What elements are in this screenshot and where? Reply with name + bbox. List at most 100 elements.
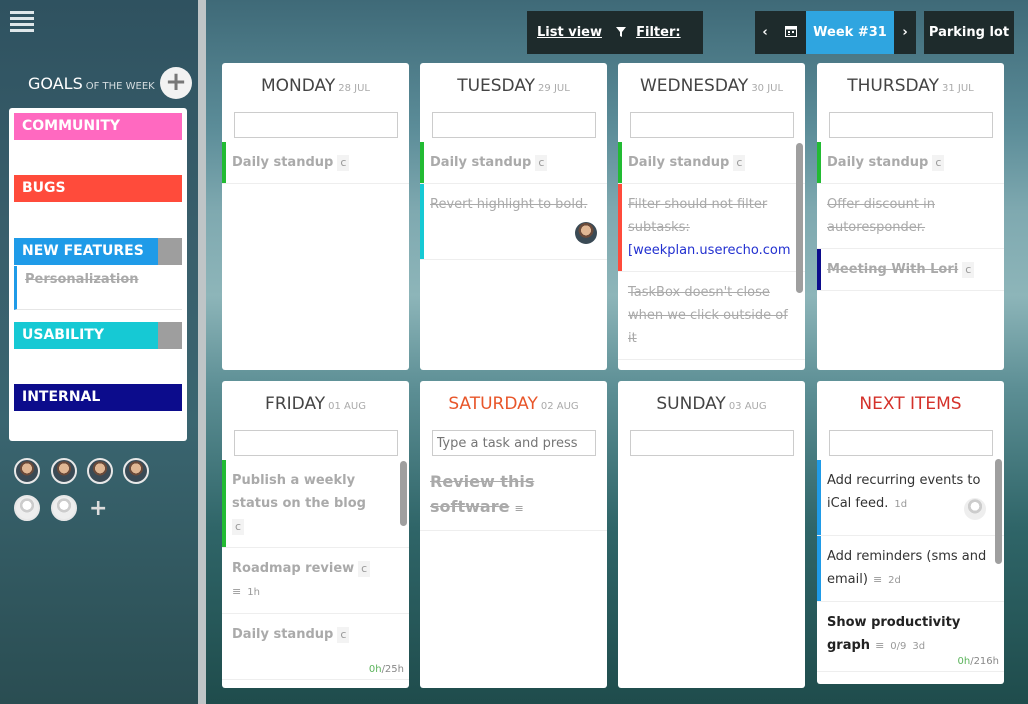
avatar[interactable] — [14, 458, 40, 484]
goal-internal[interactable]: INTERNAL — [14, 384, 182, 411]
new-task-input[interactable] — [233, 430, 398, 456]
task-card[interactable]: Review this software ≡ — [420, 460, 607, 531]
repeat-icon: c — [337, 155, 350, 171]
new-task-input[interactable] — [629, 430, 794, 456]
column-name: NEXT ITEMS — [859, 394, 962, 414]
sidebar-divider[interactable] — [198, 0, 206, 704]
scrollbar[interactable] — [400, 461, 407, 526]
new-task-input[interactable] — [233, 112, 398, 138]
avatar[interactable] — [51, 495, 77, 521]
goal-usability-label: USABILITY — [22, 327, 104, 343]
day-name: FRIDAY — [265, 394, 326, 414]
assignee-avatar[interactable] — [575, 222, 597, 244]
task-text: Daily standup — [232, 627, 334, 642]
task-card[interactable]: Add reminders (sms and email) ≡ 2d — [817, 536, 1004, 602]
assignee-avatar[interactable] — [964, 498, 986, 520]
notes-icon: ≡ — [232, 585, 242, 598]
day-date: 01 AUG — [328, 401, 366, 412]
day-column-tuesday: TUESDAY 29 JUL Daily standup c Revert high… — [420, 63, 607, 370]
task-card[interactable]: Roadmap review c ≡ 1h — [222, 548, 409, 614]
task-card[interactable]: Show productivity graph ≡ 0/9 3d 0h/216h — [817, 602, 1004, 672]
avatar[interactable] — [14, 495, 40, 521]
goals-panel: COMMUNITY BUGS NEW FEATURES Personalizat… — [9, 108, 187, 441]
week-selector[interactable]: Week #31 — [806, 11, 894, 54]
task-text: Meeting With Lori — [827, 262, 959, 277]
day-column-wednesday: WEDNESDAY 30 JUL Daily standup c Filter sh… — [618, 63, 805, 370]
goal-community[interactable]: COMMUNITY — [14, 113, 182, 140]
task-card[interactable]: Daily standup c — [420, 142, 607, 184]
task-text: Filter should not filter subtasks: — [628, 197, 768, 235]
time-spent: 0h — [957, 656, 971, 667]
day-column-monday: MONDAY 28 JUL Daily standup c — [222, 63, 409, 370]
goal-usability[interactable]: USABILITY — [14, 322, 182, 349]
next-items-header: NEXT ITEMS — [817, 394, 1004, 418]
repeat-icon: c — [232, 519, 245, 535]
new-task-input[interactable] — [629, 112, 794, 138]
task-text: Offer discount in autoresponder. — [827, 197, 935, 235]
new-task-input[interactable] — [431, 430, 596, 456]
repeat-icon: c — [962, 262, 975, 278]
day-date: 29 JUL — [538, 83, 570, 94]
task-card[interactable]: Daily standup c — [618, 142, 805, 184]
hamburger-menu-icon[interactable] — [10, 11, 34, 32]
notes-icon: ≡ — [875, 639, 885, 652]
repeat-icon: c — [337, 627, 350, 643]
task-card[interactable]: Publish a weekly status on the blog c — [222, 460, 409, 548]
day-header: THURSDAY 31 JUL — [817, 76, 1004, 100]
parking-lot-button[interactable]: Parking lot — [924, 11, 1014, 54]
day-name: WEDNESDAY — [639, 76, 749, 96]
day-name: THURSDAY — [847, 76, 939, 96]
avatar[interactable] — [51, 458, 77, 484]
day-column-thursday: THURSDAY 31 JUL Daily standup c Offer disc… — [817, 63, 1004, 370]
new-task-input[interactable] — [828, 112, 993, 138]
day-column-saturday: SATURDAY02 AUG Review this software≡ — [420, 381, 607, 688]
task-card[interactable]: TaskBox doesn't close when we click outs… — [618, 272, 805, 360]
task-estimate: 1h — [247, 587, 260, 598]
goals-title: GOALS OF THE WEEK — [28, 74, 163, 93]
task-link[interactable]: [weekplan.userecho.com — [628, 243, 791, 258]
day-header: MONDAY 28 JUL — [222, 76, 409, 100]
next-week-button[interactable]: › — [894, 11, 916, 54]
task-card[interactable]: Daily standup c — [222, 142, 409, 184]
time-total: /216h — [970, 656, 999, 667]
goal-bugs[interactable]: BUGS — [14, 175, 182, 202]
task-text: Daily standup — [628, 155, 730, 170]
task-age: 3d — [912, 641, 926, 652]
task-card[interactable]: Filter should not filter subtasks: [weekp… — [618, 184, 805, 272]
day-header: TUESDAY 29 JUL — [420, 76, 607, 100]
list-view-link[interactable]: List view — [537, 25, 602, 40]
avatar[interactable] — [123, 458, 149, 484]
goal-new-features[interactable]: NEW FEATURES — [14, 238, 182, 265]
scrollbar[interactable] — [796, 143, 803, 293]
new-task-input[interactable] — [431, 112, 596, 138]
day-name: TUESDAY — [457, 76, 536, 96]
add-member-button[interactable]: + — [89, 496, 107, 521]
goal-progress-remaining — [158, 322, 182, 349]
time-tracking: 0h/25h — [369, 664, 404, 676]
scrollbar[interactable] — [995, 459, 1002, 564]
day-column-friday: FRIDAY 01 AUG Publish a weekly status on … — [222, 381, 409, 688]
day-name: SUNDAY — [656, 394, 726, 414]
notes-icon: ≡ — [514, 502, 524, 515]
prev-week-button[interactable]: ‹ — [755, 11, 775, 54]
task-text: Add reminders (sms and email) — [827, 549, 987, 587]
goal-progress-remaining — [158, 238, 182, 265]
add-goal-button[interactable]: + — [160, 67, 192, 99]
task-text: Daily standup — [430, 155, 532, 170]
task-card[interactable]: Add recurring events to iCal feed. 1d — [817, 460, 1004, 536]
goals-subtitle: OF THE WEEK — [85, 81, 155, 92]
next-items-column: NEXT ITEMS Add recurring events to iCal … — [817, 381, 1004, 684]
time-total: /25h — [381, 664, 404, 675]
subgoal-personalization[interactable]: Personalization — [14, 266, 182, 310]
task-card[interactable]: Revert highlight to bold. — [420, 184, 607, 260]
avatar[interactable] — [87, 458, 113, 484]
task-card[interactable]: Meeting With Lori c — [817, 249, 1004, 291]
new-task-input[interactable] — [828, 430, 993, 456]
task-text: Revert highlight to bold. — [430, 197, 588, 212]
task-age: 1d — [894, 499, 908, 510]
task-card[interactable]: Daily standup c — [817, 142, 1004, 184]
calendar-button[interactable] — [775, 11, 806, 54]
task-card[interactable]: Daily standup c 0h/25h — [222, 614, 409, 680]
task-card[interactable]: Offer discount in autoresponder. — [817, 184, 1004, 249]
day-header: FRIDAY 01 AUG — [222, 394, 409, 418]
